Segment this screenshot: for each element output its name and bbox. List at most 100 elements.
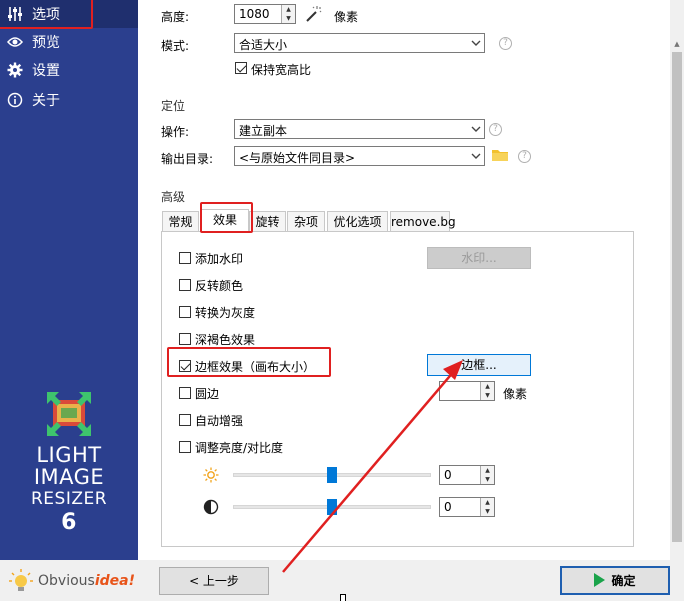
sidebar-item-preview[interactable]: 预览 [0,28,138,56]
rounded-corners-spinner[interactable]: ▲ ▼ [439,381,495,401]
action-value: 建立副本 [239,124,288,138]
rounded-spinner-arrows[interactable]: ▲ ▼ [480,382,494,400]
tab-general[interactable]: 常规 [162,211,199,232]
mode-value: 合适大小 [239,38,288,52]
spin-down-icon[interactable]: ▼ [481,507,494,516]
invert-colors-label: 反转颜色 [195,279,244,293]
auto-enhance-checkbox[interactable] [179,414,191,426]
back-button[interactable]: < 上一步 [159,567,269,595]
brightness-spinner[interactable]: 0 ▲ ▼ [439,465,495,485]
tab-optimize[interactable]: 优化选项 [327,211,388,232]
advanced-section-title: 高级 [161,190,186,204]
keep-ratio-label: 保持宽高比 [251,63,312,77]
contrast-icon [203,499,219,515]
mode-select[interactable]: 合适大小 [234,33,485,53]
brightness-spinner-arrows[interactable]: ▲ ▼ [480,466,494,484]
position-section-title: 定位 [161,99,186,113]
contrast-spinner-arrows[interactable]: ▲ ▼ [480,498,494,516]
chevron-down-icon[interactable] [468,120,484,138]
rounded-corners-unit: 像素 [503,387,528,401]
brightness-slider-thumb[interactable] [327,467,337,483]
height-label: 高度: [161,10,190,24]
logo-text-image: IMAGE [33,465,105,489]
sidebar-item-label: 关于 [32,93,60,109]
effects-tab-panel: 添加水印 水印... 反转颜色 转换为灰度 深褐色效果 边框效果（画布大小） 边… [161,231,634,547]
chevron-down-icon[interactable] [468,34,484,52]
brand-logo: Obvious idea! [0,560,138,601]
watermark-button[interactable]: 水印... [427,247,531,269]
help-icon[interactable]: ? [518,150,531,163]
lightbulb-icon [8,568,34,594]
grayscale-label: 转换为灰度 [195,306,256,320]
height-value: 1080 [239,7,270,21]
scroll-up-icon[interactable]: ▲ [672,40,682,50]
tab-remove-bg[interactable]: remove.bg [390,211,456,232]
sidebar-item-label: 设置 [32,63,60,79]
grayscale-checkbox[interactable] [179,306,191,318]
vertical-scrollbar[interactable]: ▲ [670,0,684,560]
spin-up-icon[interactable]: ▲ [481,498,494,507]
action-label: 操作: [161,125,190,139]
help-icon[interactable]: ? [489,123,502,136]
brightness-contrast-label: 调整亮度/对比度 [195,441,284,455]
rounded-corners-label: 圆边 [195,387,220,401]
brightness-value: 0 [444,468,452,482]
sepia-checkbox[interactable] [179,333,191,345]
sidebar-item-settings[interactable]: 设置 [0,56,138,84]
rounded-corners-checkbox[interactable] [179,387,191,399]
height-spinner[interactable]: 1080 ▲ ▼ [234,4,296,24]
spin-down-icon[interactable]: ▼ [481,475,494,484]
output-dir-select[interactable]: <与原始文件同目录> [234,146,485,166]
output-dir-value: <与原始文件同目录> [239,151,356,165]
sliders-icon [6,5,24,23]
mode-label: 模式: [161,39,190,53]
action-select[interactable]: 建立副本 [234,119,485,139]
spin-down-icon[interactable]: ▼ [481,391,494,400]
invert-colors-checkbox[interactable] [179,279,191,291]
chevron-down-icon[interactable] [468,147,484,165]
watermark-checkbox[interactable] [179,252,191,264]
spin-up-icon[interactable]: ▲ [481,382,494,391]
magic-wand-icon[interactable] [304,5,322,23]
brightness-contrast-checkbox[interactable] [179,441,191,453]
tab-effects[interactable]: 效果 [201,209,249,232]
sidebar-item-options[interactable]: 选项 [0,0,138,28]
spin-down-icon[interactable]: ▼ [282,14,295,23]
contrast-slider-thumb[interactable] [327,499,337,515]
app-logo: LIGHT IMAGE RESIZER 6 [0,390,138,534]
scrollbar-thumb[interactable] [672,52,682,542]
brand-text-idea: idea! [94,572,135,589]
height-spinner-arrows[interactable]: ▲ ▼ [281,5,295,23]
border-button[interactable]: 边框... [427,354,531,376]
brand-text-obvious: Obvious [38,572,95,589]
height-unit: 像素 [334,10,359,24]
sidebar-item-label: 预览 [32,35,60,51]
border-effect-label: 边框效果（画布大小） [195,360,316,374]
gear-icon [6,61,24,79]
options-panel: 高度: 1080 ▲ ▼ 像素 模式: 合适大小 ? 保持宽高比 定位 操作: 建… [138,0,670,560]
keep-ratio-checkbox[interactable] [235,62,247,74]
sidebar-item-label: 选项 [32,7,60,23]
tab-misc[interactable]: 杂项 [287,211,325,232]
sidebar-item-about[interactable]: 关于 [0,86,138,114]
ok-button-label: 确定 [611,574,636,588]
watermark-label: 添加水印 [195,252,244,266]
folder-icon[interactable] [491,148,509,162]
spin-up-icon[interactable]: ▲ [481,466,494,475]
contrast-value: 0 [444,500,452,514]
bottom-bar: < 上一步 确定 [138,560,684,601]
logo-text-light: LIGHT [36,443,102,467]
ok-button[interactable]: 确定 [560,566,670,595]
border-effect-checkbox[interactable] [179,360,191,372]
info-icon [6,91,24,109]
app-logo-icon [45,390,93,438]
sidebar: 选项 预览 设置 关于 LIGHT IMAGE RESIZER 6 [0,0,138,601]
tab-rotate[interactable]: 旋转 [249,211,286,232]
eye-icon [6,33,24,51]
brightness-icon [203,467,219,483]
help-icon[interactable]: ? [499,37,512,50]
logo-text-version: 6 [61,510,77,535]
play-icon [594,573,606,587]
spin-up-icon[interactable]: ▲ [282,5,295,14]
contrast-spinner[interactable]: 0 ▲ ▼ [439,497,495,517]
